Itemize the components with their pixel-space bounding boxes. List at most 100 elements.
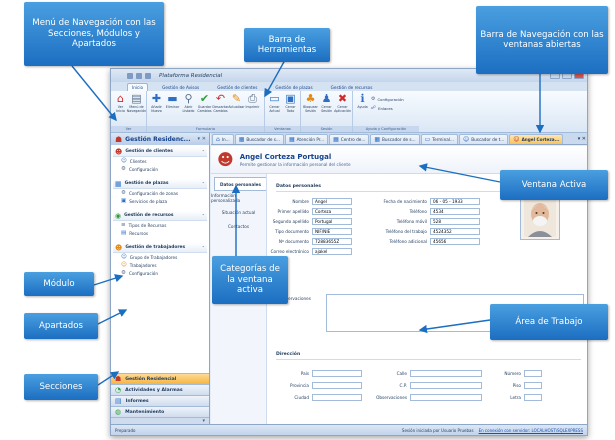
window-tab[interactable]: ▦ Centro de...	[329, 134, 370, 144]
window-tab[interactable]: ▦ Buscador de s...	[370, 134, 420, 144]
module-header[interactable]: ☻ Gestión de clientes ⌃	[113, 147, 207, 157]
collapse-icon[interactable]: ⌃	[202, 181, 205, 186]
window-tab[interactable]: ⌂ In...	[212, 134, 234, 144]
letra-input[interactable]	[524, 394, 542, 401]
ribbon-tab-clientes[interactable]: Gestión de clientes	[213, 84, 261, 91]
quick-save-icon[interactable]	[136, 72, 142, 79]
ribbon-tab-plazas[interactable]: Gestión de plazas	[271, 84, 316, 91]
module-header[interactable]: ▦ Gestión de plazas ⌃	[113, 179, 207, 189]
provincia-select[interactable]	[312, 382, 362, 389]
primer-apellido-input[interactable]: Corteza	[312, 208, 352, 215]
numero-input[interactable]	[524, 370, 542, 377]
sidebar-item-tipos-recursos[interactable]: ≡ Tipos de Recursos	[113, 221, 207, 229]
link-icon: ☍	[371, 105, 377, 111]
group-label: Ventanas	[265, 126, 300, 132]
sidebar-item-clientes[interactable]: ☺ Clientes	[113, 157, 207, 165]
fecha-nacimiento-picker[interactable]: 06 - 05 - 1933	[430, 198, 480, 205]
sidebar-item-config-trabajadores[interactable]: ⚙ Configuración	[113, 269, 207, 277]
category-info-personalizada[interactable]: Información personalizada	[211, 191, 266, 205]
section-informes[interactable]: ▤ Informes	[111, 395, 209, 406]
logout-icon: ♟	[321, 92, 332, 105]
links-button[interactable]: ☍ Enlaces	[371, 105, 404, 111]
quick-undo-icon[interactable]	[145, 72, 151, 79]
tab-strip-controls[interactable]: ▾ ✕	[578, 136, 586, 142]
sidebar-item-config-clientes[interactable]: ⚙ Configuración	[113, 165, 207, 173]
sidebar-item-zonas[interactable]: ⚙ Configuración de zonas	[113, 189, 207, 197]
quick-access-toolbar	[127, 72, 151, 79]
nav-sections: ☗ Gestión Residencial ◔ Actividades y Alar…	[111, 373, 209, 426]
ribbon-tab-avisos[interactable]: Gestión de Avisos	[158, 84, 203, 91]
window-tab[interactable]: ▭ Terminal...	[420, 134, 458, 144]
ciudad-input[interactable]	[312, 394, 362, 401]
collapse-icon[interactable]: ⌃	[202, 149, 205, 154]
annotated-screenshot: Plataforma Residencial Inicio Gestión de…	[0, 0, 615, 440]
sidebar-item-grupo-trabajadores[interactable]: ☺ Grupo de Trabajadores	[113, 253, 207, 261]
service-icon: ▣	[121, 198, 127, 204]
home-icon: ⌂	[117, 92, 124, 105]
sidebar-item-recursos[interactable]: ▤ Recursos	[113, 229, 207, 237]
maintenance-icon: ◍	[115, 408, 122, 416]
nav-panel-title: Gestión Residenc...	[125, 135, 191, 143]
client-icon: ☻	[217, 150, 234, 169]
telefono-input[interactable]: 4534	[430, 208, 480, 215]
window-tab[interactable]: ▦ Buscador de s...	[234, 134, 284, 144]
correo-input[interactable]: ajakel	[312, 248, 352, 255]
config-button[interactable]: ⚙ Configuración	[371, 96, 404, 102]
sidebar-item-trabajadores[interactable]: ☺ Trabajadores	[113, 261, 207, 269]
close-window-icon: ▭	[269, 92, 280, 105]
ribbon-toolbar: ⌂ Ver Inicio ▤ Menú de Navegación Ver ✚ Aña…	[111, 91, 587, 133]
client-photo[interactable]	[520, 196, 560, 240]
segundo-apellido-input[interactable]: Portugal	[312, 218, 352, 225]
module-plazas: ▦ Gestión de plazas ⌃ ⚙ Configuración de zo…	[113, 179, 207, 205]
callout-subsections: Apartados	[24, 313, 98, 339]
nav-menu-icon: ▤	[131, 92, 142, 105]
module-header[interactable]: ◉ Gestión de recursos ⌃	[113, 211, 207, 221]
field-nombre: Nombre Angel	[268, 198, 352, 205]
num-documento-input[interactable]: 72883655Z	[312, 238, 352, 245]
window-tab[interactable]: ▦ Atención Pr...	[284, 134, 329, 144]
section-gestion-residencial[interactable]: ☗ Gestión Residencial	[111, 373, 209, 384]
user-icon: ☺	[121, 262, 127, 268]
client-name: Angel Corteza Portugal	[239, 152, 332, 161]
field-correo: Correo electrónico ajakel	[268, 248, 352, 255]
tipo-documento-select[interactable]: NIF/NIE	[312, 228, 352, 235]
calle-input[interactable]	[410, 370, 482, 377]
section-mantenimiento[interactable]: ◍ Mantenimiento	[111, 406, 209, 417]
list-icon: ≡	[121, 222, 126, 228]
collapse-icon[interactable]: ⌃	[202, 213, 205, 218]
window-title: Plataforma Residencial	[159, 72, 223, 79]
piso-input[interactable]	[524, 382, 542, 389]
telefono-trabajo-input[interactable]: 4524352	[430, 228, 480, 235]
panel-pin-icon[interactable]: ▾ ✕	[198, 136, 206, 142]
category-situacion-actual[interactable]: Situación actual	[211, 205, 266, 219]
ribbon-group-sesion: ♣ Bloquear Sesión ♟ Cerrar Sesión ✖ Cerrar …	[301, 91, 353, 132]
server-status[interactable]: En conexión con servidor: LOCALHOST\SQLE…	[479, 428, 583, 433]
window-tab[interactable]: ☺ Buscador de t...	[458, 134, 509, 144]
user-icon: ☺	[462, 136, 470, 143]
pais-select[interactable]	[312, 370, 362, 377]
close-all-icon: ▣	[285, 92, 296, 105]
category-datos-personales[interactable]: Datos personales	[214, 177, 266, 191]
module-clientes: ☻ Gestión de clientes ⌃ ☺ Clientes ⚙ Configu…	[113, 147, 207, 173]
module-header[interactable]: ☻ Gestión de trabajadores ⌃	[113, 243, 207, 253]
observaciones-dir-input[interactable]	[410, 394, 482, 401]
section-title-address: Dirección	[276, 352, 581, 360]
section-actividades[interactable]: ◔ Actividades y Alarmas	[111, 384, 209, 395]
ribbon-tab-inicio[interactable]: Inicio	[127, 83, 149, 91]
window-tab-active[interactable]: ☺ Angel Corteza...	[509, 134, 564, 144]
sidebar-item-servicios[interactable]: ▣ Servicios de plaza	[113, 197, 207, 205]
app-orb-icon[interactable]	[127, 72, 133, 79]
bed-icon: ▦	[115, 179, 122, 188]
field-telefono: Teléfono 4534	[368, 208, 480, 215]
field-numero: Número	[490, 370, 542, 377]
user-icon: ☺	[513, 136, 520, 143]
collapse-icon[interactable]: ⌃	[202, 245, 205, 250]
category-contactos[interactable]: Contactos	[211, 219, 266, 233]
group-label: Formulario	[147, 126, 264, 132]
status-right: Sesión iniciada por Usuario Pruebas En c…	[402, 428, 587, 433]
cp-input[interactable]	[410, 382, 482, 389]
telefono-adicional-input[interactable]: 45656	[430, 238, 480, 245]
nombre-input[interactable]: Angel	[312, 198, 352, 205]
telefono-movil-input[interactable]: 528	[430, 218, 480, 225]
ribbon-tab-recursos[interactable]: Gestión de recursos	[327, 84, 377, 91]
